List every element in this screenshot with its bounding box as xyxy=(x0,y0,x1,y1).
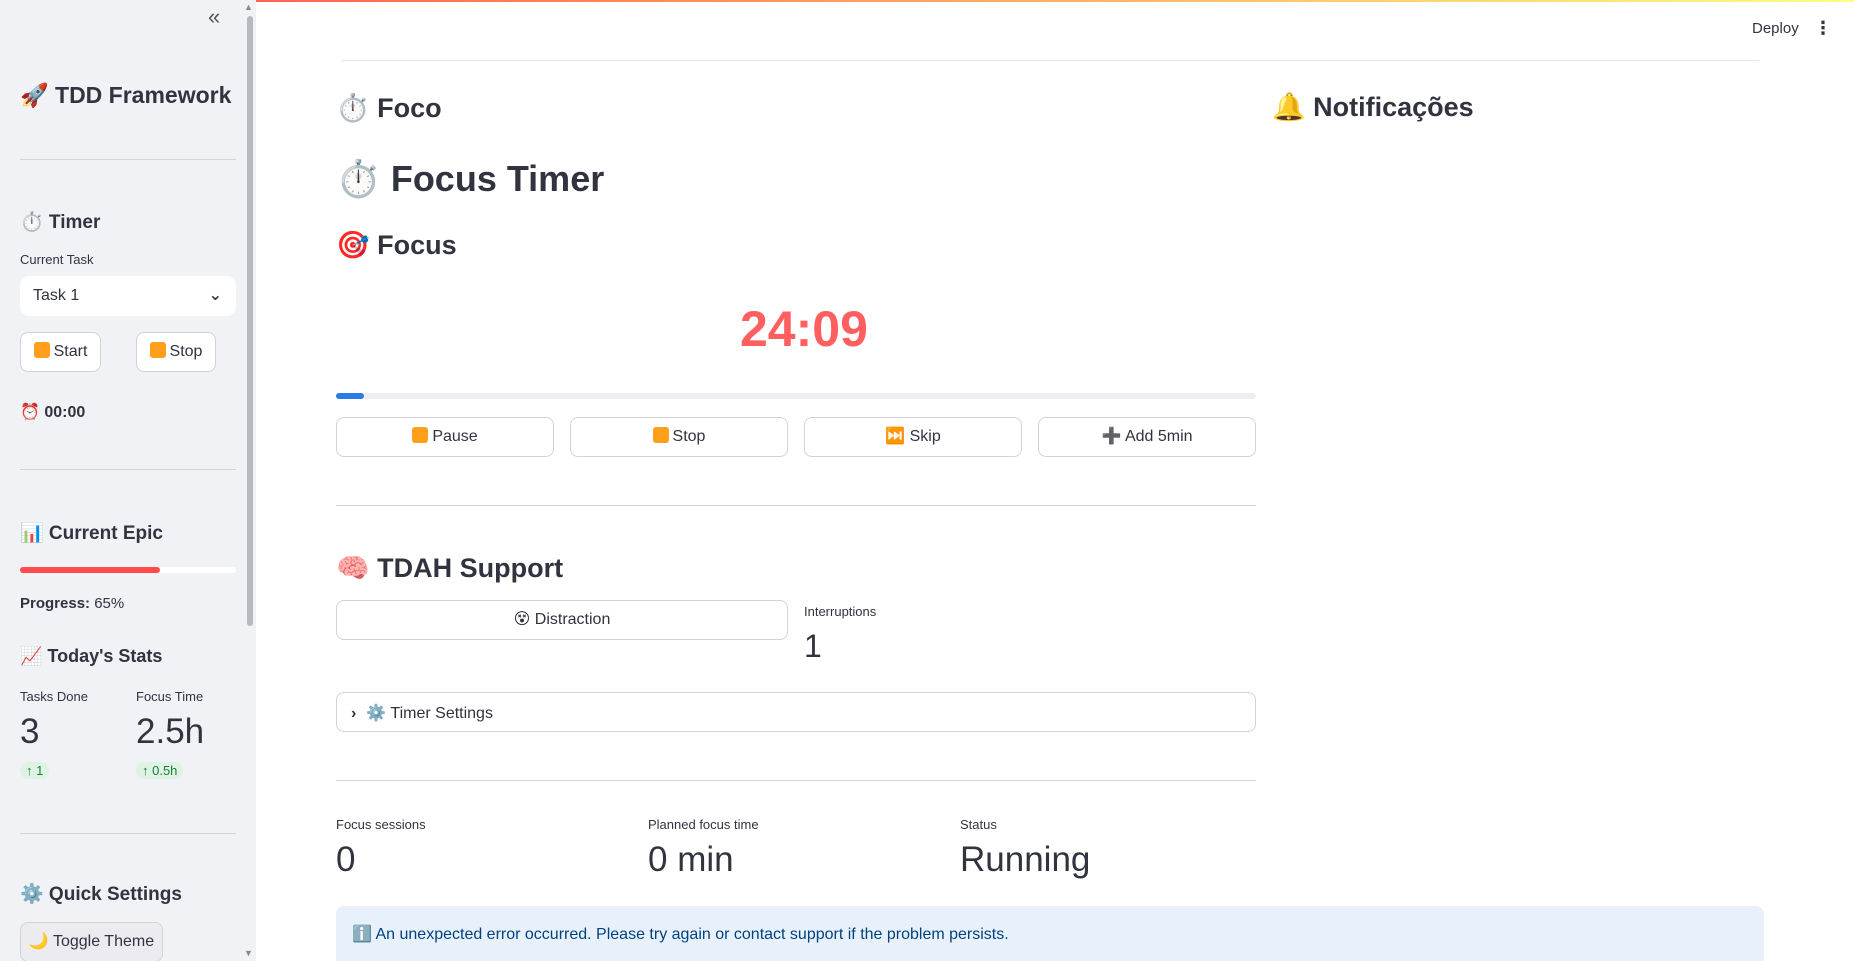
progress-label: Progress: xyxy=(20,595,91,612)
sidebar-divider xyxy=(20,833,236,834)
main-top-divider xyxy=(341,60,1759,61)
pause-icon xyxy=(412,427,429,443)
deploy-button[interactable]: Deploy xyxy=(1752,20,1799,37)
pause-button-label: Pause xyxy=(432,428,478,445)
todays-stats-heading: 📈 Today's Stats xyxy=(20,646,163,666)
chevron-down-icon: ⌄ xyxy=(208,287,222,304)
current-task-label: Current Task xyxy=(20,252,94,267)
pause-button[interactable]: Pause xyxy=(336,417,554,457)
skip-button[interactable]: ⏭️ Skip xyxy=(804,417,1022,457)
tdah-support-heading: 🧠 TDAH Support xyxy=(336,553,564,583)
main-stop-button[interactable]: Stop xyxy=(570,417,788,457)
status-label: Status xyxy=(960,817,997,832)
start-button[interactable]: Start xyxy=(20,332,101,372)
stop-icon xyxy=(652,427,669,443)
epic-progress-text: Progress: 65% xyxy=(20,595,124,612)
focus-heading: 🎯 Focus xyxy=(336,230,457,260)
notifications-heading: 🔔 Notificações xyxy=(1272,92,1474,122)
focus-timer-display: 24:09 xyxy=(740,301,868,357)
timer-settings-expander[interactable]: › ⚙️ Timer Settings xyxy=(336,692,1256,732)
sidebar-timer-readout: ⏰ 00:00 xyxy=(20,404,86,421)
epic-progress-fill xyxy=(20,567,161,573)
sidebar: ▲ ▼ « 🚀 TDD Framework ⏱️ Timer Current T… xyxy=(0,0,256,961)
quick-settings-heading: ⚙️ Quick Settings xyxy=(20,884,182,905)
toggle-theme-button[interactable]: 🌙 Toggle Theme xyxy=(20,922,163,961)
play-icon xyxy=(33,342,50,358)
sidebar-title: 🚀 TDD Framework xyxy=(20,82,232,108)
focus-time-label: Focus Time xyxy=(136,689,204,704)
progress-value: 65% xyxy=(94,595,125,612)
focus-timer-title: ⏱️ Focus Timer xyxy=(336,158,605,199)
focus-time-delta: ↑ 0.5h xyxy=(136,762,184,779)
focus-time-value: 2.5h xyxy=(136,712,205,751)
sidebar-scrollbar[interactable] xyxy=(247,16,253,626)
tasks-done-label: Tasks Done xyxy=(20,689,88,704)
chevron-right-icon: › xyxy=(351,705,357,722)
error-info-alert: ℹ️ An unexpected error occurred. Please … xyxy=(336,906,1764,961)
tasks-done-value: 3 xyxy=(20,712,40,751)
timer-heading: ⏱️ Timer xyxy=(20,212,101,233)
scroll-down-arrow[interactable]: ▼ xyxy=(244,948,253,958)
main-divider xyxy=(336,505,1256,506)
scroll-up-arrow[interactable]: ▲ xyxy=(244,2,253,12)
current-epic-heading: 📊 Current Epic xyxy=(20,523,163,544)
focus-progress-fill xyxy=(336,393,364,399)
sidebar-stop-button[interactable]: Stop xyxy=(136,332,216,372)
start-button-label: Start xyxy=(53,343,88,360)
focus-sessions-value: 0 xyxy=(336,840,356,879)
planned-focus-label: Planned focus time xyxy=(648,817,759,832)
distraction-button[interactable]: 😵 Distraction xyxy=(336,600,788,640)
current-task-value: Task 1 xyxy=(33,287,80,304)
add-5min-button[interactable]: ➕ Add 5min xyxy=(1038,417,1256,457)
stop-icon xyxy=(149,342,166,358)
main-divider xyxy=(336,780,1256,781)
interruptions-value: 1 xyxy=(804,628,822,664)
stop-button-label: Stop xyxy=(169,343,203,360)
main-menu-icon[interactable]: ⋮ xyxy=(1814,18,1832,39)
status-value: Running xyxy=(960,840,1091,879)
planned-focus-value: 0 min xyxy=(648,840,734,879)
focus-progress-track xyxy=(336,393,1256,399)
focus-sessions-label: Focus sessions xyxy=(336,817,426,832)
foco-heading: ⏱️ Foco xyxy=(336,93,442,123)
collapse-sidebar-icon[interactable]: « xyxy=(208,4,220,30)
sidebar-divider xyxy=(20,159,236,160)
current-task-select[interactable]: Task 1 ⌄ xyxy=(20,276,236,316)
sidebar-divider xyxy=(20,469,236,470)
timer-settings-label: ⚙️ Timer Settings xyxy=(366,705,493,722)
main-stop-button-label: Stop xyxy=(672,428,706,445)
top-decoration-bar xyxy=(0,0,1854,2)
tasks-done-delta: ↑ 1 xyxy=(20,762,50,779)
interruptions-label: Interruptions xyxy=(804,604,877,619)
